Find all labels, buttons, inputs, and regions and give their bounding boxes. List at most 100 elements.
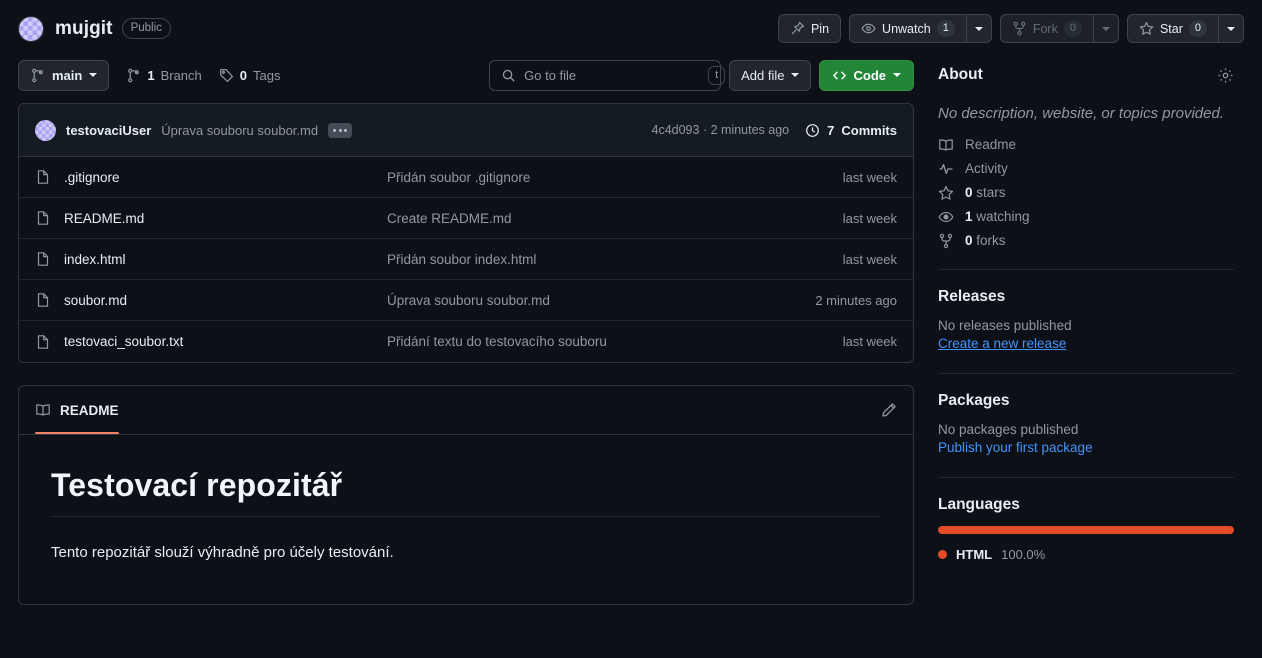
file-commit-message[interactable]: Úprava souboru soubor.md [387, 293, 815, 308]
commit-message[interactable]: Úprava souboru soubor.md [161, 123, 318, 138]
go-to-file-search[interactable]: t [489, 59, 726, 91]
commit-author-avatar [35, 119, 56, 141]
fork-icon [1012, 21, 1027, 36]
fork-dropdown-button[interactable] [1092, 14, 1119, 43]
divider [938, 268, 1234, 270]
repo-header: mujgit Public Pin Unwatch 1 Fork 0 Star … [0, 0, 1262, 47]
search-shortcut-key: t [708, 65, 726, 85]
file-icon [35, 251, 51, 267]
file-commit-time: last week [842, 334, 897, 349]
file-name[interactable]: .gitignore [64, 170, 120, 185]
table-row[interactable]: soubor.md Úprava souboru soubor.md 2 min… [19, 280, 913, 321]
sidebar-item-label: Readme [965, 137, 1017, 153]
star-icon [938, 185, 954, 201]
sidebar-item-activity[interactable]: Activity [938, 161, 1234, 177]
edit-readme-button[interactable] [881, 402, 897, 418]
sidebar: About No description, website, or topics… [938, 47, 1234, 605]
unwatch-label: Unwatch [882, 21, 931, 36]
forks-count: 0 [965, 233, 973, 249]
table-row[interactable]: .gitignore Přidán soubor .gitignore last… [19, 157, 913, 198]
chevron-down-icon [974, 26, 983, 31]
pin-button[interactable]: Pin [777, 14, 842, 43]
stars-count: 0 [965, 185, 973, 201]
eye-icon [861, 21, 876, 36]
chevron-down-icon [1227, 26, 1235, 31]
star-dropdown-button[interactable] [1218, 14, 1244, 43]
commits-count-link[interactable]: 7 Commits [805, 123, 897, 138]
branch-selector-button[interactable]: main [18, 59, 110, 91]
file-commit-time: last week [842, 251, 897, 267]
language-legend-item[interactable]: HTML 100.0% [938, 547, 1045, 562]
branches-link[interactable]: 1 Branch [126, 67, 202, 83]
file-name[interactable]: index.html [64, 252, 126, 267]
gear-icon[interactable] [1217, 67, 1234, 84]
tab-readme[interactable]: README [35, 386, 119, 434]
publish-package-link[interactable]: Publish your first package [938, 440, 1093, 455]
pin-icon [790, 21, 805, 36]
eye-icon [938, 209, 954, 225]
owner-avatar-icon [18, 15, 44, 42]
commits-label: Commits [841, 122, 897, 138]
code-button[interactable]: Code [818, 59, 914, 91]
search-icon [501, 68, 516, 83]
table-row[interactable]: index.html Přidán soubor index.html last… [19, 239, 913, 280]
add-file-button[interactable]: Add file [729, 59, 811, 91]
history-icon [805, 123, 820, 138]
fork-button[interactable]: Fork 0 [999, 14, 1093, 43]
file-name[interactable]: testovaci_soubor.txt [64, 334, 183, 349]
sidebar-item-readme[interactable]: Readme [938, 137, 1234, 153]
star-label: Star [1159, 21, 1183, 36]
create-release-link[interactable]: Create a new release [938, 336, 1066, 351]
star-button[interactable]: Star 0 [1126, 14, 1218, 43]
watch-count: 1 [936, 20, 955, 37]
commit-author-name[interactable]: testovaciUser [66, 123, 151, 138]
table-row[interactable]: README.md Create README.md last week [19, 198, 913, 239]
language-color-dot-icon [938, 549, 947, 559]
readme-content: Testovací repozitář Tento repozitář slou… [19, 435, 913, 604]
repo-meta-links: 1 Branch 0 Tags [126, 68, 280, 83]
language-percent: 100.0% [1001, 546, 1046, 562]
commit-details-expander-icon[interactable] [328, 122, 353, 138]
code-icon [832, 68, 847, 83]
commit-sha-and-time[interactable]: 4c4d093 · 2 minutes ago [652, 123, 790, 137]
repo-name[interactable]: mujgit [55, 18, 113, 40]
watch-dropdown-button[interactable] [965, 14, 992, 43]
sidebar-item-label: watching [976, 209, 1030, 225]
search-input[interactable] [524, 67, 701, 83]
unwatch-button[interactable]: Unwatch 1 [849, 14, 966, 43]
language-name: HTML [956, 546, 993, 562]
sidebar-item-label: forks [976, 233, 1006, 249]
code-label: Code [853, 67, 887, 83]
file-name[interactable]: soubor.md [64, 293, 127, 308]
readme-panel: README Testovací repozitář Tento repozit… [18, 385, 914, 606]
file-commit-message[interactable]: Přidán soubor index.html [387, 252, 843, 267]
language-bar-segment[interactable] [938, 525, 1234, 534]
file-commit-message[interactable]: Přidán soubor .gitignore [387, 170, 843, 185]
add-file-label: Add file [741, 67, 785, 83]
tags-link[interactable]: 0 Tags [219, 68, 280, 83]
sidebar-item-forks[interactable]: 0 forks [938, 233, 1234, 249]
branch-word: Branch [160, 67, 202, 83]
file-commit-message[interactable]: Create README.md [387, 211, 843, 226]
fork-label: Fork [1032, 21, 1058, 36]
file-name[interactable]: README.md [64, 211, 144, 226]
file-name-cell: .gitignore [35, 169, 387, 185]
file-icon [35, 334, 51, 350]
sidebar-item-stars[interactable]: 0 stars [938, 185, 1234, 201]
sidebar-item-label: stars [976, 185, 1006, 201]
chevron-down-icon [1101, 26, 1110, 31]
chevron-down-icon [893, 73, 901, 77]
branch-icon [126, 68, 141, 83]
commit-relative-time: 2 minutes ago [710, 123, 790, 137]
divider [938, 476, 1234, 478]
readme-header: README [19, 386, 913, 434]
sidebar-item-watching[interactable]: 1 watching [938, 209, 1234, 225]
readme-heading: Testovací repozitář [51, 467, 881, 517]
star-icon [1139, 21, 1154, 36]
sidebar-item-label: Activity [965, 161, 1008, 177]
readme-tab-label: README [60, 402, 119, 418]
file-toolbar: main 1 Branch 0 Tags Go to file t Add fi… [18, 47, 914, 103]
table-row[interactable]: testovaci_soubor.txt Přidání textu do te… [19, 321, 913, 362]
toolbar-right: t Add file Code [489, 59, 914, 91]
file-commit-message[interactable]: Přidání textu do testovacího souboru [387, 334, 843, 349]
